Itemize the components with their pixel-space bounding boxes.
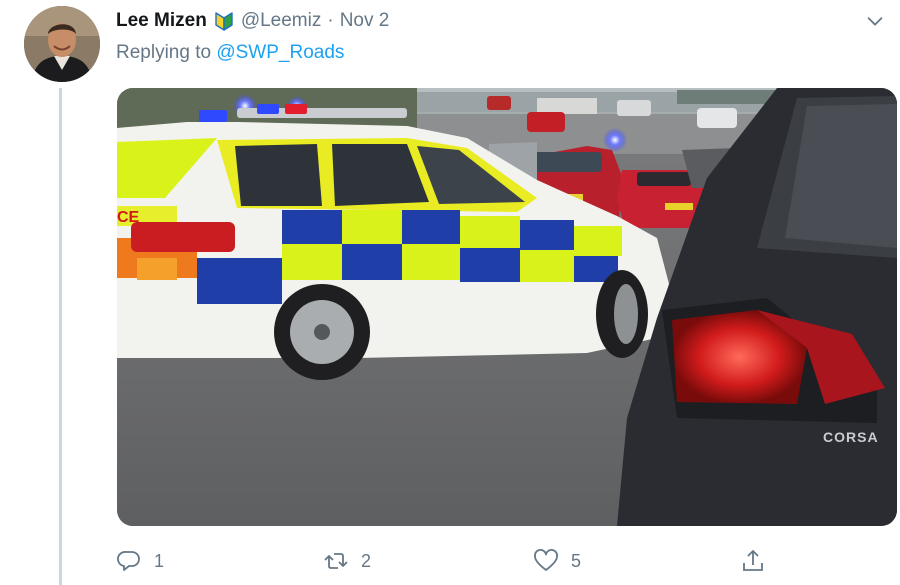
replying-prefix: Replying to [116,42,212,63]
police-car-photo: CE CORSA [117,88,897,526]
avatar-image [24,6,100,82]
share-button[interactable] [740,548,766,574]
avatar[interactable] [24,6,100,82]
tweet-menu-button[interactable] [864,10,886,32]
like-count: 5 [571,550,582,571]
car-model-text: CORSA [823,429,879,445]
beginner-badge-icon [213,10,235,32]
header-separator: · [327,10,334,31]
like-button[interactable]: 5 [533,548,581,574]
retweet-count: 2 [361,550,372,571]
replying-to-link[interactable]: @SWP_Roads [216,42,344,63]
chevron-down-icon [867,17,883,26]
tweet-actions: 1 2 5 [116,548,776,580]
author-handle[interactable]: @Leemiz [241,10,322,32]
tweet-header: Lee Mizen @Leemiz · Nov 2 [116,8,389,34]
tweet[interactable]: Lee Mizen @Leemiz · Nov 2 Replying to @S… [0,0,900,585]
reply-button[interactable]: 1 [116,548,164,574]
retweet-icon [324,553,348,569]
tweet-photo[interactable]: CE CORSA [117,88,897,526]
share-icon [743,550,763,571]
reply-icon [117,551,140,571]
author-name[interactable]: Lee Mizen [116,10,207,32]
tweet-date[interactable]: Nov 2 [340,10,390,32]
replying-to: Replying to @SWP_Roads [116,42,344,64]
thread-line [59,88,62,585]
reply-count: 1 [154,550,165,571]
heart-icon [534,549,558,571]
retweet-button[interactable]: 2 [323,548,371,574]
